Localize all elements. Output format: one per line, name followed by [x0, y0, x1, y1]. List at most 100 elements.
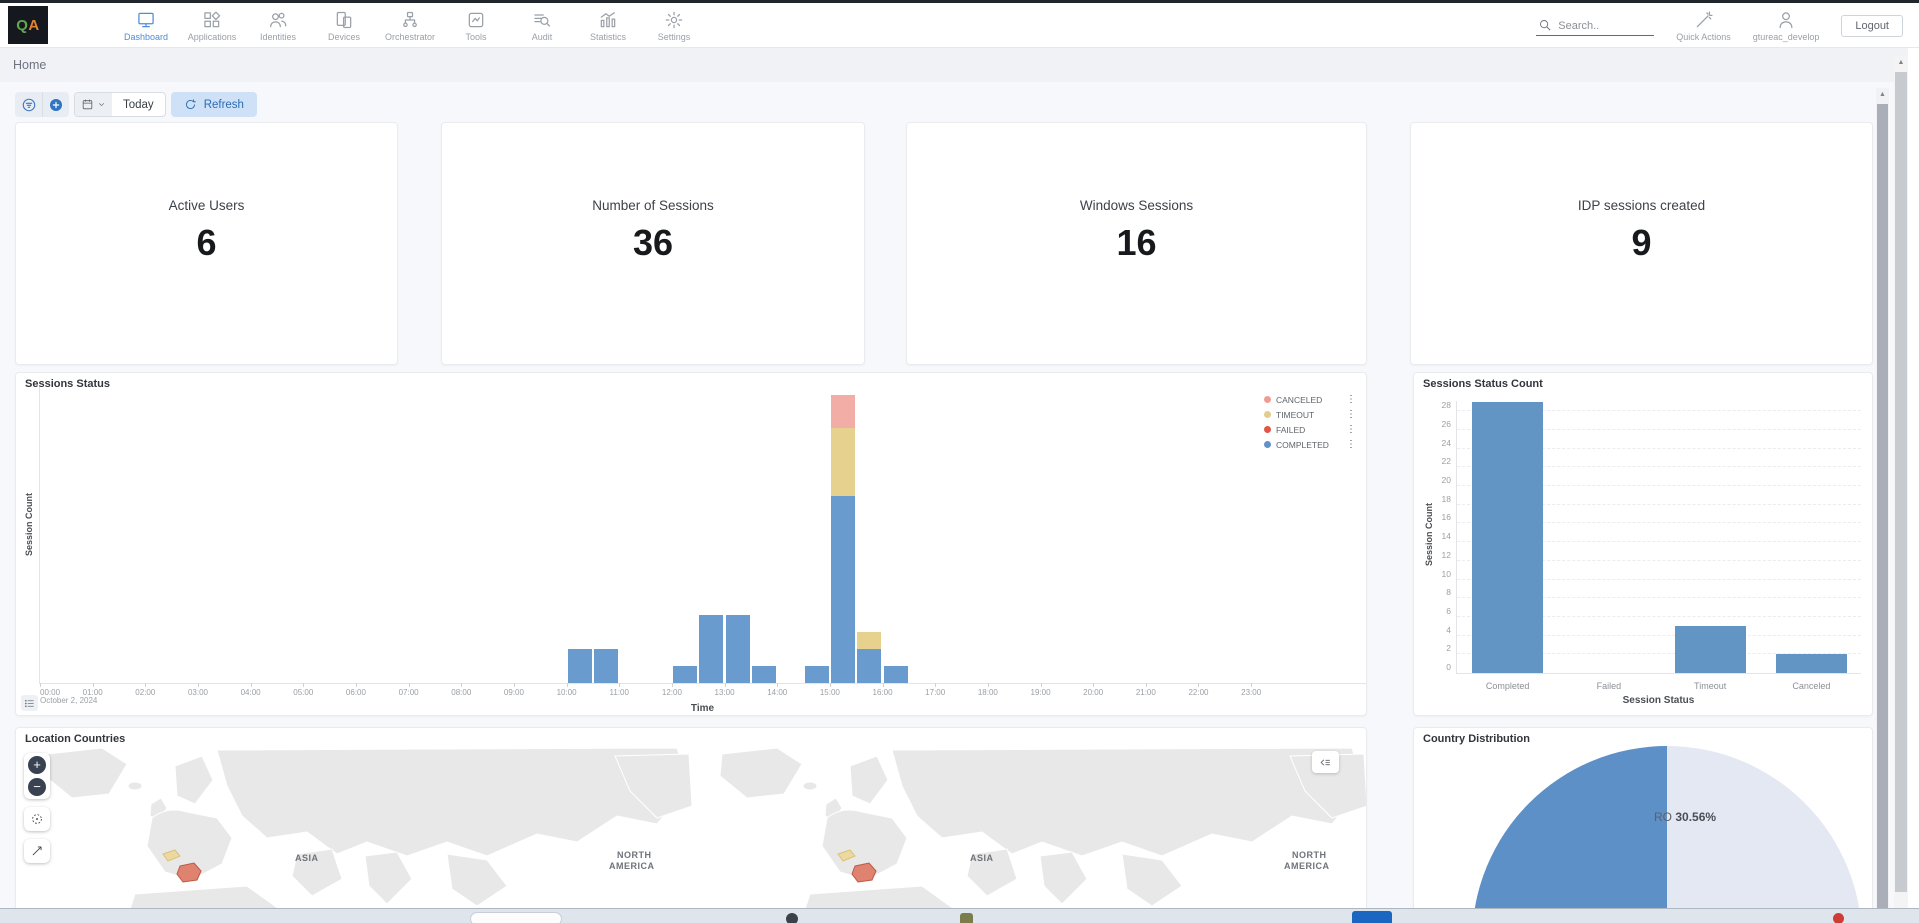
identities-icon: [268, 10, 288, 30]
app-logo[interactable]: QA: [8, 6, 48, 44]
x-tick: [303, 683, 304, 687]
kebab-menu-icon[interactable]: ⋮: [1346, 395, 1356, 405]
map-legend-toggle-button[interactable]: [1312, 751, 1339, 773]
search-icon: [1538, 18, 1552, 32]
map-zoom-in-button[interactable]: +: [28, 756, 46, 774]
bar-segment-timeout[interactable]: [831, 428, 855, 496]
bar-segment-canceled[interactable]: [831, 395, 855, 429]
date-picker-trigger[interactable]: [75, 93, 112, 116]
category-label: Canceled: [1792, 681, 1830, 691]
dashboard-icon: [136, 10, 156, 30]
pie-slice-label: RO 30.56%: [1654, 810, 1784, 824]
taskbar-search-pill[interactable]: [470, 912, 562, 923]
category-label: Failed: [1597, 681, 1622, 691]
nav-item-applications[interactable]: Applications: [179, 3, 245, 48]
y-tick-label: 6: [1446, 606, 1451, 616]
bar-segment-completed[interactable]: [568, 649, 592, 683]
quick-actions-button[interactable]: Quick Actions: [1676, 10, 1731, 42]
bar-timeout[interactable]: [1675, 626, 1746, 673]
x-tick-label: 05:00: [293, 688, 313, 697]
taskbar-active-app[interactable]: [1352, 911, 1392, 923]
magic-wand-icon: [1694, 10, 1714, 30]
x-tick-label: 03:00: [188, 688, 208, 697]
map-locate-button[interactable]: [24, 807, 50, 831]
bar-completed[interactable]: [1472, 402, 1543, 673]
scrollbar-thumb[interactable]: [1895, 72, 1907, 892]
date-range-picker[interactable]: Today: [74, 92, 166, 117]
world-map[interactable]: ASIA NORTH AMERICA: [17, 746, 1367, 923]
chart-menu-button[interactable]: [21, 695, 38, 711]
bar-segment-completed[interactable]: [857, 649, 881, 683]
y-tick-label: 20: [1442, 475, 1451, 485]
y-tick-label: 2: [1446, 643, 1451, 653]
x-tick: [777, 683, 778, 687]
bar-canceled[interactable]: [1776, 654, 1847, 673]
nav-item-label: Statistics: [590, 32, 626, 42]
scrollbar-thumb[interactable]: [1877, 104, 1888, 923]
scroll-up-arrow[interactable]: ▲: [1876, 91, 1889, 98]
map-expand-button[interactable]: [24, 839, 50, 863]
x-tick-label: 20:00: [1083, 688, 1103, 697]
bar-segment-completed[interactable]: [699, 615, 723, 683]
bar-segment-completed[interactable]: [673, 666, 697, 683]
nav-item-orchestrator[interactable]: Orchestrator: [377, 3, 443, 48]
scroll-up-arrow[interactable]: ▲: [1894, 59, 1908, 66]
kebab-menu-icon[interactable]: ⋮: [1346, 410, 1356, 420]
refresh-label: Refresh: [204, 99, 244, 111]
taskbar-icon[interactable]: [1833, 913, 1844, 923]
app-scrollbar[interactable]: ▲: [1876, 88, 1889, 923]
refresh-button[interactable]: Refresh: [171, 92, 257, 117]
filter-button[interactable]: [15, 92, 42, 117]
nav-item-audit[interactable]: Audit: [509, 3, 575, 48]
logout-button[interactable]: Logout: [1841, 15, 1903, 37]
nav-item-dashboard[interactable]: Dashboard: [113, 3, 179, 48]
legend-row-timeout[interactable]: TIMEOUT⋮: [1264, 407, 1356, 422]
user-menu[interactable]: gtureac_develop: [1753, 10, 1820, 42]
y-tick-label: 26: [1442, 419, 1451, 429]
add-widget-button[interactable]: [42, 92, 69, 117]
x-tick-label: 15:00: [820, 688, 840, 697]
x-tick: [40, 683, 41, 687]
y-tick-label: 24: [1442, 438, 1451, 448]
toolbar-button-group: [15, 92, 69, 117]
bar-segment-completed[interactable]: [831, 496, 855, 683]
location-countries-card: Location Countries ASIA NORTH AMERICA: [15, 727, 1367, 923]
nav-item-devices[interactable]: Devices: [311, 3, 377, 48]
stat-card-number-of-sessions: Number of Sessions36: [441, 122, 865, 365]
map-label-asia: ASIA: [295, 853, 319, 863]
x-tick: [514, 683, 515, 687]
x-tick: [935, 683, 936, 687]
bar-segment-completed[interactable]: [594, 649, 618, 683]
bar-segment-completed[interactable]: [752, 666, 776, 683]
stat-card-label: Number of Sessions: [592, 198, 714, 213]
taskbar-icon[interactable]: [960, 913, 973, 923]
sessions-status-plot[interactable]: 00:00October 2, 202401:0002:0003:0004:00…: [39, 387, 1366, 684]
legend-row-canceled[interactable]: CANCELED⋮: [1264, 392, 1356, 407]
taskbar-icon[interactable]: [786, 913, 798, 923]
country-distribution-pie[interactable]: [1472, 746, 1862, 923]
nav-item-tools[interactable]: Tools: [443, 3, 509, 48]
window-scrollbar[interactable]: ▲ ▼: [1894, 56, 1908, 923]
x-tick: [619, 683, 620, 687]
country-distribution-card: Country Distribution RO 30.56%: [1413, 727, 1873, 923]
legend-row-failed[interactable]: FAILED⋮: [1264, 422, 1356, 437]
x-tick-label: 06:00: [346, 688, 366, 697]
kebab-menu-icon[interactable]: ⋮: [1346, 425, 1356, 435]
bar-segment-timeout[interactable]: [857, 632, 881, 649]
bar-segment-completed[interactable]: [726, 615, 750, 683]
bar-segment-completed[interactable]: [805, 666, 829, 683]
bar-segment-completed[interactable]: [884, 666, 908, 683]
map-zoom-out-button[interactable]: −: [28, 778, 46, 796]
legend-row-completed[interactable]: COMPLETED⋮: [1264, 437, 1356, 452]
x-tick-label: 01:00: [83, 688, 103, 697]
nav-item-identities[interactable]: Identities: [245, 3, 311, 48]
x-tick: [461, 683, 462, 687]
y-tick-label: 4: [1446, 625, 1451, 635]
kebab-menu-icon[interactable]: ⋮: [1346, 440, 1356, 450]
nav-item-settings[interactable]: Settings: [641, 3, 707, 48]
sessions-status-count-plot[interactable]: 0246810121416182022242628CompletedFailed…: [1456, 401, 1861, 674]
search-input[interactable]: [1558, 20, 1644, 32]
breadcrumb-home[interactable]: Home: [13, 58, 46, 72]
x-tick: [1251, 683, 1252, 687]
nav-item-statistics[interactable]: Statistics: [575, 3, 641, 48]
